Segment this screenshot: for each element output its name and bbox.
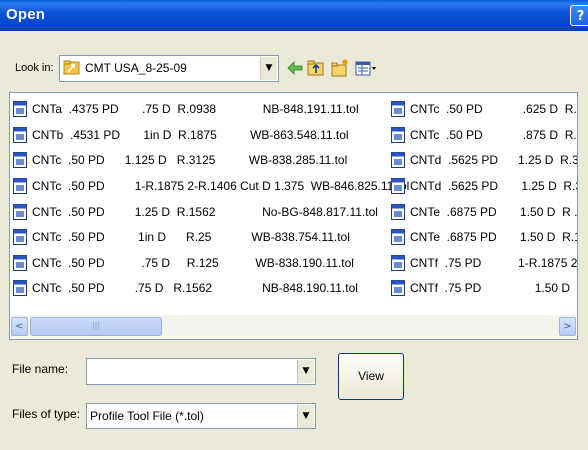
list-item[interactable]: CNTc .50 PD .625 D R.0469 [391, 99, 577, 119]
file-type-value: Profile Tool File (*.tol) [90, 409, 204, 423]
tol-file-icon [13, 280, 27, 296]
list-item[interactable]: CNTc .50 PD 1in D R.25 WB-838.754.11.tol [13, 227, 350, 247]
scroll-left-button[interactable]: < [11, 317, 28, 336]
view-menu-icon[interactable] [354, 58, 378, 78]
chevron-down-icon[interactable]: ▼ [260, 57, 277, 80]
title-bar: Open ? [0, 0, 588, 31]
up-one-level-icon[interactable] [306, 58, 326, 78]
tol-file-icon [391, 127, 405, 143]
file-name: CNTd .5625 PD 1.25 D R.3125 [410, 153, 578, 167]
tol-file-icon [13, 152, 27, 168]
tol-file-icon [391, 101, 405, 117]
scroll-thumb[interactable]: ||| [30, 317, 162, 336]
view-button[interactable]: View [338, 353, 404, 400]
file-list[interactable]: CNTa .4375 PD .75 D R.0938 NB-848.191.11… [9, 92, 578, 340]
file-name: CNTc .50 PD .75 D R.1562 NB-848.190.11.t… [32, 281, 358, 295]
tol-file-icon [391, 255, 405, 271]
list-item[interactable]: CNTd .5625 PD 1.25 D R.375 [391, 176, 577, 196]
file-type-label: Files of type: [12, 407, 81, 421]
list-item[interactable]: CNTc .50 PD .875 D R.1875 [391, 125, 577, 145]
tol-file-icon [391, 229, 405, 245]
scroll-right-button[interactable]: > [559, 317, 576, 336]
list-item[interactable]: CNTc .50 PD .75 D R.1562 NB-848.190.11.t… [13, 278, 358, 298]
tol-file-icon [391, 152, 405, 168]
list-item[interactable]: CNTc .50 PD .75 D R.125 WB-838.190.11.to… [13, 253, 354, 273]
file-name: CNTc .50 PD .625 D R.0469 [410, 102, 577, 116]
tol-file-icon [13, 204, 27, 220]
tol-file-icon [13, 127, 27, 143]
list-item[interactable]: CNTd .5625 PD 1.25 D R.3125 [391, 150, 577, 170]
file-name: CNTe .6875 PD 1.50 D R .25 [410, 205, 578, 219]
window-title: Open [6, 6, 46, 23]
horizontal-scrollbar[interactable]: < ||| > [11, 315, 576, 338]
file-name-combobox[interactable]: ▼ [86, 358, 316, 385]
file-name: CNTa .4375 PD .75 D R.0938 NB-848.191.11… [32, 102, 359, 116]
tol-file-icon [13, 255, 27, 271]
tol-file-icon [391, 178, 405, 194]
list-item[interactable]: CNTc .50 PD 1-R.1875 2-R.1406 Cut D 1.37… [13, 176, 409, 196]
file-name-label: File name: [12, 362, 69, 376]
create-new-folder-icon[interactable] [330, 58, 350, 78]
look-in-value: CMT USA_8-25-09 [85, 61, 187, 75]
list-item[interactable]: CNTa .4375 PD .75 D R.0938 NB-848.191.11… [13, 99, 359, 119]
list-item[interactable]: CNTc .50 PD 1.25 D R.1562 No-BG-848.817.… [13, 202, 378, 222]
tol-file-icon [391, 204, 405, 220]
file-name: CNTf .75 PD 1.50 D R.5 [410, 281, 571, 295]
file-type-combobox[interactable]: Profile Tool File (*.tol) ▼ [86, 403, 316, 429]
file-name: CNTc .50 PD 1in D R.25 WB-838.754.11.tol [32, 230, 350, 244]
back-arrow-icon[interactable] [285, 58, 305, 78]
tol-file-icon [13, 178, 27, 194]
file-name: CNTc .50 PD 1-R.1875 2-R.1406 Cut D 1.37… [32, 179, 410, 193]
list-item[interactable]: CNTe .6875 PD 1.50 D R .25 [391, 202, 577, 222]
file-name: CNTc .50 PD .75 D R.125 WB-838.190.11.to… [32, 256, 354, 270]
look-in-label: Look in: [15, 62, 54, 74]
chevron-down-icon[interactable]: ▼ [297, 405, 314, 428]
list-item[interactable]: CNTf .75 PD 1-R.1875 2-R.2 [391, 253, 577, 273]
file-name: CNTc .50 PD .875 D R.1875 [410, 128, 577, 142]
folder-shortcut-icon [63, 59, 80, 76]
file-name: CNTe .6875 PD 1.50 D R.1562 [410, 230, 577, 244]
list-item[interactable]: CNTb .4531 PD 1in D R.1875 WB-863.548.11… [13, 125, 349, 145]
tol-file-icon [13, 229, 27, 245]
file-name: CNTf .75 PD 1-R.1875 2-R.2 [410, 256, 578, 270]
file-name: CNTb .4531 PD 1in D R.1875 WB-863.548.11… [32, 128, 349, 142]
file-name: CNTc .50 PD 1.125 D R.3125 WB-838.285.11… [32, 153, 348, 167]
list-item[interactable]: CNTe .6875 PD 1.50 D R.1562 [391, 227, 577, 247]
list-item[interactable]: CNTf .75 PD 1.50 D R.5 [391, 278, 570, 298]
file-name: CNTc .50 PD 1.25 D R.1562 No-BG-848.817.… [32, 205, 378, 219]
look-in-combobox[interactable]: CMT USA_8-25-09 ▼ [59, 55, 279, 82]
list-item[interactable]: CNTc .50 PD 1.125 D R.3125 WB-838.285.11… [13, 150, 347, 170]
tol-file-icon [391, 280, 405, 296]
help-button[interactable]: ? [570, 5, 588, 26]
chevron-down-icon[interactable]: ▼ [297, 360, 314, 383]
file-name: CNTd .5625 PD 1.25 D R.375 [410, 179, 578, 193]
tol-file-icon [13, 101, 27, 117]
